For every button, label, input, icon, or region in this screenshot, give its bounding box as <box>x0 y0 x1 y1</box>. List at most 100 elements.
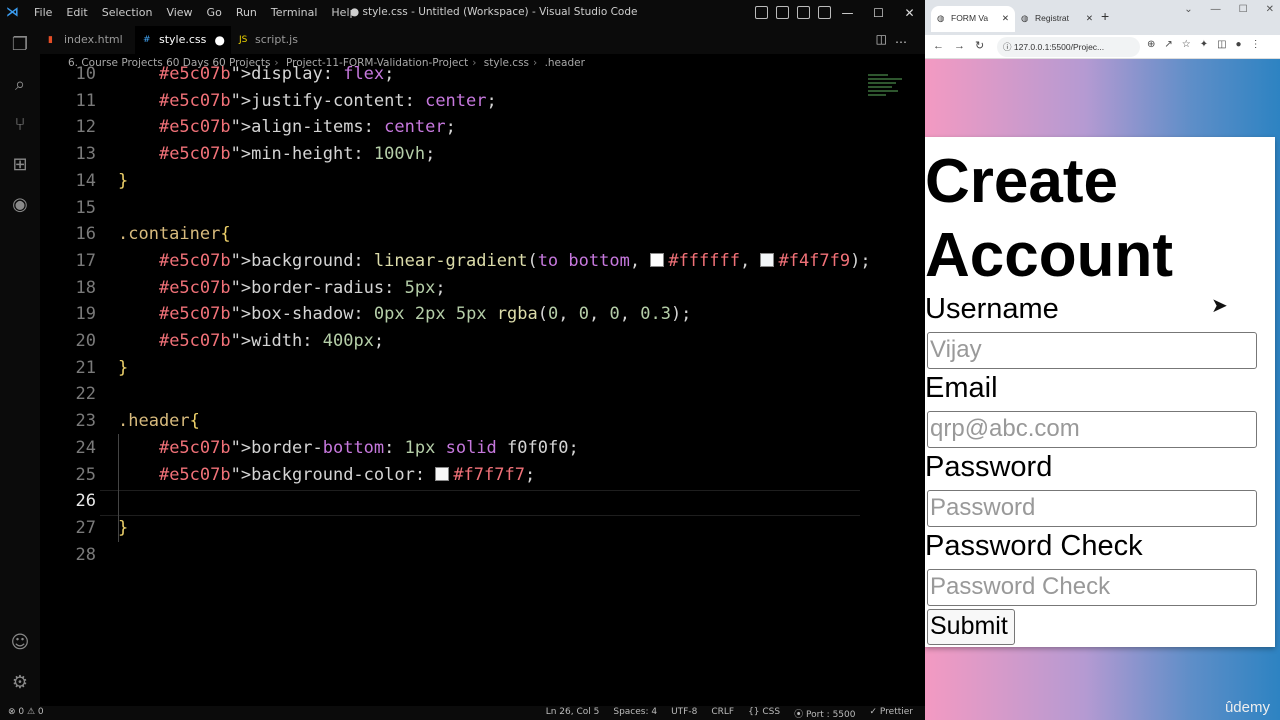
line-number: 15 <box>75 197 96 218</box>
password-check-label: Password Check <box>925 530 1143 562</box>
breadcrumb-separator: › <box>472 57 477 69</box>
editor-actions[interactable]: ◫… <box>876 32 915 46</box>
code-line[interactable]: #e5c07b">background-color: #f7f7f7; <box>118 465 535 485</box>
nav-buttons[interactable]: ←→↻ <box>933 39 994 52</box>
submit-button[interactable]: Submit <box>927 609 1015 645</box>
tab-label: index.html <box>64 33 123 46</box>
menu-terminal[interactable]: Terminal <box>271 6 318 19</box>
source-control-icon[interactable]: ⑂ <box>9 114 31 136</box>
current-line-highlight <box>100 490 860 516</box>
browser-tab-label: FORM Va <box>951 13 989 23</box>
breadcrumb-separator: › <box>533 57 538 69</box>
url-text: 127.0.0.1:5500/Projec... <box>1013 42 1105 52</box>
code-line[interactable]: } <box>118 171 128 191</box>
github-icon[interactable]: ◉ <box>9 194 31 216</box>
account-icon[interactable]: ☺ <box>9 632 31 654</box>
status-items: Ln 26, Col 5 Spaces: 4 UTF-8 CRLF {} CSS ⦿ Po… <box>546 707 913 720</box>
tab-style-css[interactable]: # style.css ● <box>135 26 231 54</box>
settings-gear-icon[interactable]: ⚙ <box>9 672 31 694</box>
globe-icon: ◍ <box>1021 13 1029 23</box>
code-line[interactable]: #e5c07b">justify-content: center; <box>118 91 497 111</box>
code-line[interactable]: #e5c07b">display: flex; <box>118 64 394 84</box>
breadcrumb-item[interactable]: style.css <box>484 57 529 69</box>
browser-tab-registration[interactable]: ◍ Registrat ✕ <box>1015 6 1099 32</box>
js-file-icon: JS <box>239 35 248 45</box>
browser-tab-form[interactable]: ◍ FORM Va ✕ <box>931 6 1015 32</box>
minimap[interactable] <box>868 72 914 112</box>
maximize-icon[interactable]: ☐ <box>863 0 894 26</box>
tab-script-js[interactable]: JS script.js <box>231 26 321 54</box>
editor-tabs: ▮ index.html # style.css ● JS script.js … <box>40 26 925 54</box>
css-file-icon: # <box>143 35 151 45</box>
line-number: 10 <box>75 64 96 84</box>
code-line[interactable]: .header{ <box>118 411 200 431</box>
menu-selection[interactable]: Selection <box>102 6 153 19</box>
close-tab-icon[interactable]: ✕ <box>1002 6 1009 30</box>
toggle-sidebar-icon[interactable] <box>755 6 768 19</box>
browser-tab-label: Registrat <box>1035 13 1070 23</box>
status-item[interactable]: Ln 26, Col 5 <box>546 707 600 720</box>
problems-indicator[interactable]: ⊗ 0 ⚠ 0 <box>8 707 44 717</box>
close-tab-icon[interactable]: ✕ <box>1086 6 1093 30</box>
menu-edit[interactable]: Edit <box>66 6 87 19</box>
password-input[interactable]: Password <box>927 490 1257 527</box>
password-label: Password <box>925 451 1053 483</box>
page-title: Create Account <box>925 145 1173 293</box>
maximize-icon[interactable]: ☐ <box>1239 4 1248 15</box>
line-number: 18 <box>75 277 96 298</box>
menu-run[interactable]: Run <box>236 6 257 19</box>
status-item[interactable]: Spaces: 4 <box>613 707 657 720</box>
code-line[interactable]: } <box>118 518 128 538</box>
username-input[interactable]: Vijay <box>927 332 1257 369</box>
status-item[interactable]: ✓ Prettier <box>869 707 913 720</box>
unsaved-dot-icon[interactable]: ● <box>215 26 225 54</box>
menu-view[interactable]: View <box>166 6 192 19</box>
tab-label: script.js <box>255 33 298 46</box>
code-line[interactable]: #e5c07b">min-height: 100vh; <box>118 144 435 164</box>
code-line[interactable]: #e5c07b">border-radius: 5px; <box>118 278 446 298</box>
form-container: Create Account Username Vijay Email qrp@… <box>925 137 1275 647</box>
status-item[interactable]: {} CSS <box>748 707 780 720</box>
code-line[interactable]: #e5c07b">background: linear-gradient(to … <box>118 251 871 271</box>
search-icon[interactable]: ⌕ <box>9 74 31 96</box>
explorer-icon[interactable]: ❐ <box>9 34 31 56</box>
code-line[interactable]: #e5c07b">align-items: center; <box>118 117 456 137</box>
toolbar-icons[interactable]: ⊕↗☆✦◫●⋮ <box>1147 39 1270 50</box>
title-line: Create <box>925 147 1118 216</box>
minimize-icon[interactable]: — <box>1211 4 1221 15</box>
code-line[interactable]: #e5c07b">box-shadow: 0px 2px 5px rgba(0,… <box>118 304 691 324</box>
menu-go[interactable]: Go <box>207 6 222 19</box>
status-bar: ⊗ 0 ⚠ 0 Ln 26, Col 5 Spaces: 4 UTF-8 CRLF {}… <box>0 706 925 720</box>
breadcrumb-item[interactable]: .header <box>545 57 585 69</box>
tab-search-icon[interactable]: ⌄ <box>1184 4 1192 15</box>
toggle-secondary-sidebar-icon[interactable] <box>797 6 810 19</box>
code-line[interactable]: #e5c07b">width: 400px; <box>118 331 384 351</box>
code-editor[interactable]: 10 11 12 13 14 15 16 17 18 19 20 21 22 23 24 25 26 27 28 #… <box>40 64 925 706</box>
menu-file[interactable]: File <box>34 6 52 19</box>
status-item[interactable]: CRLF <box>711 707 734 720</box>
vscode-window: ⋊ File Edit Selection View Go Run Termin… <box>0 0 925 720</box>
minimize-icon[interactable]: — <box>832 0 863 26</box>
layout-controls <box>755 4 831 19</box>
line-number: 20 <box>75 331 96 351</box>
browser-tab-strip: ◍ FORM Va ✕ ◍ Registrat ✕ + ⌄ — ☐ ✕ <box>925 0 1280 35</box>
address-bar[interactable]: ⓘ 127.0.0.1:5500/Projec... <box>997 37 1140 57</box>
new-tab-icon[interactable]: + <box>1101 8 1109 24</box>
customize-layout-icon[interactable] <box>818 6 831 19</box>
title-line: Account <box>925 221 1173 290</box>
password-check-input[interactable]: Password Check <box>927 569 1257 606</box>
status-item[interactable]: UTF-8 <box>671 707 697 720</box>
code-line[interactable]: #e5c07b">border-bottom: 1px solid f0f0f0… <box>118 438 579 458</box>
mouse-cursor-icon: ➤ <box>1211 295 1228 317</box>
close-icon[interactable]: ✕ <box>1266 4 1274 15</box>
line-number: 21 <box>75 357 96 378</box>
email-input[interactable]: qrp@abc.com <box>927 411 1257 448</box>
html-file-icon: ▮ <box>48 35 53 45</box>
tab-index-html[interactable]: ▮ index.html <box>40 26 135 54</box>
toggle-panel-icon[interactable] <box>776 6 789 19</box>
close-icon[interactable]: ✕ <box>894 0 925 26</box>
status-item[interactable]: ⦿ Port : 5500 <box>794 707 855 720</box>
extensions-icon[interactable]: ⊞ <box>9 154 31 176</box>
code-line[interactable]: .container{ <box>118 224 231 244</box>
code-line[interactable]: } <box>118 358 128 378</box>
